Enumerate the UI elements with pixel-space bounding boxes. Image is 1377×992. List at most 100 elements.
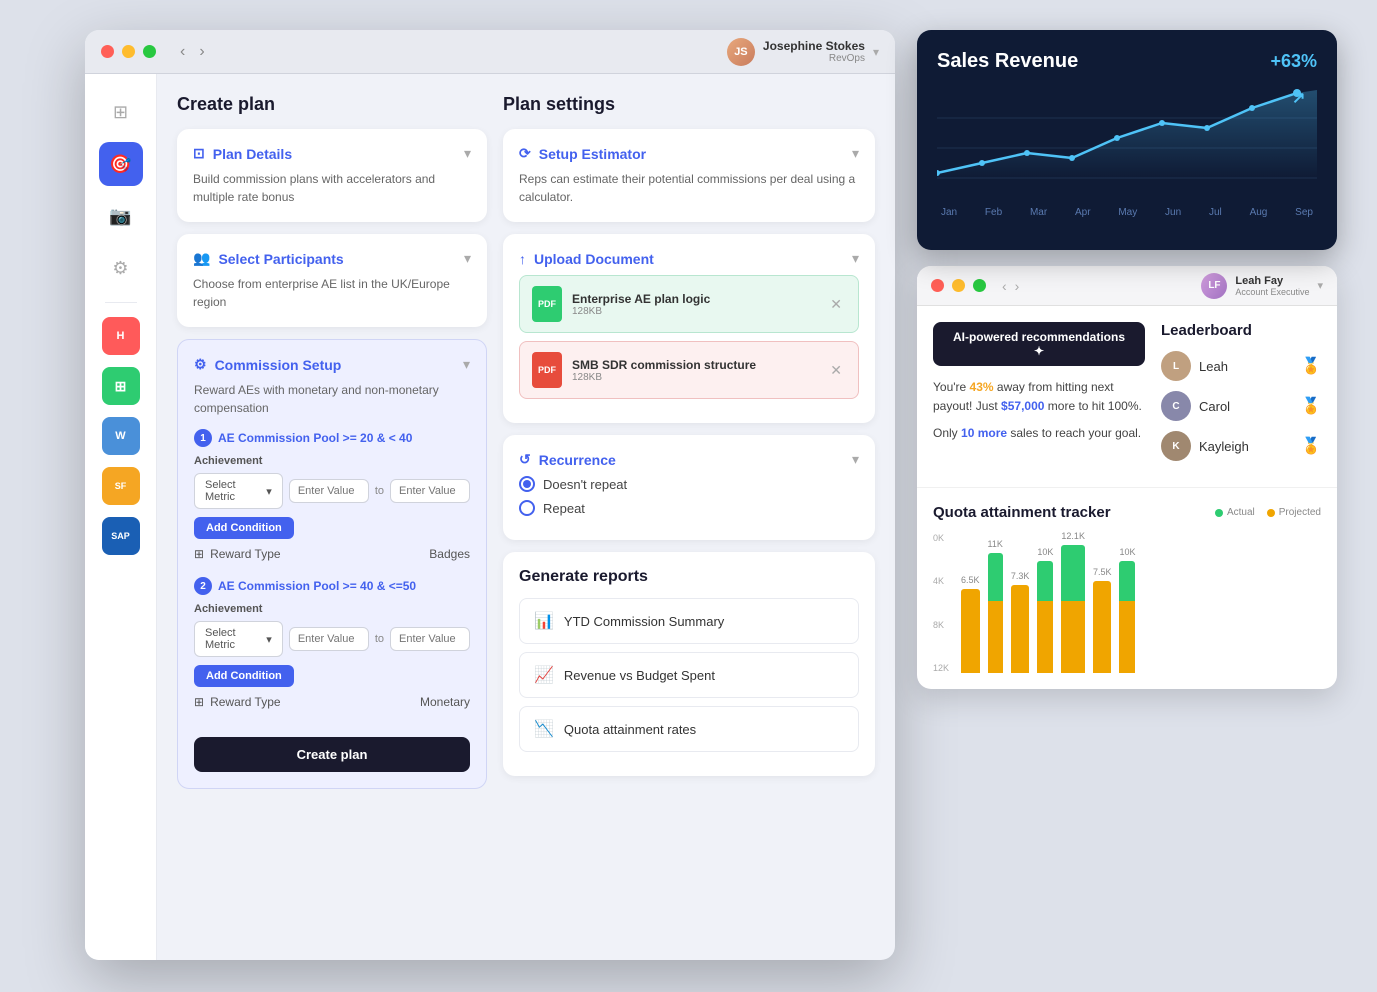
user-role: RevOps xyxy=(829,53,865,64)
add-condition-btn-2[interactable]: Add Condition xyxy=(194,665,294,687)
maximize-button[interactable] xyxy=(143,45,156,58)
ai-text-1: You're 43% away from hitting next payout… xyxy=(933,378,1145,416)
tier-1-label: 1 AE Commission Pool >= 20 & < 40 xyxy=(194,429,470,447)
y-label-4k: 4K xyxy=(933,576,949,586)
metric-select-chevron: ▾ xyxy=(266,485,272,498)
commission-tier-2: 2 AE Commission Pool >= 40 & <=50 Achiev… xyxy=(194,577,470,709)
lb-avatar-3: K xyxy=(1161,431,1191,461)
bar-7-value: 10K xyxy=(1119,547,1135,557)
report-revenue[interactable]: 📈 Revenue vs Budget Spent xyxy=(519,652,859,698)
legend-dot-actual xyxy=(1215,509,1223,517)
metric-select-2[interactable]: Select Metric ▾ xyxy=(194,621,283,657)
leaderboard-title: Leaderboard xyxy=(1161,322,1321,339)
plan-details-chevron[interactable]: ▾ xyxy=(464,145,471,162)
commission-title: ⚙ Commission Setup xyxy=(194,356,341,373)
metric-to-1: to xyxy=(375,485,384,497)
file-close-2[interactable]: ✕ xyxy=(826,360,846,381)
quota-icon: 📉 xyxy=(534,719,554,739)
participants-icon: 👥 xyxy=(193,250,210,267)
report-quota[interactable]: 📉 Quota attainment rates xyxy=(519,706,859,752)
rw-avatar: LF xyxy=(1201,273,1227,299)
bar-1: 6.5K xyxy=(961,575,980,673)
upload-chevron[interactable]: ▾ xyxy=(852,250,859,267)
create-plan-button[interactable]: Create plan xyxy=(194,737,470,772)
radio-repeat[interactable] xyxy=(519,500,535,516)
metric-select-1[interactable]: Select Metric ▾ xyxy=(194,473,283,509)
legend-actual: Actual xyxy=(1215,507,1255,518)
bar-6-actual xyxy=(1093,581,1112,673)
titlebar-right: JS Josephine Stokes RevOps ▾ xyxy=(727,38,879,66)
y-label-12k: 12K xyxy=(933,663,949,673)
upload-icon: ↑ xyxy=(519,251,526,267)
plan-details-card: ⊡ Plan Details ▾ Build commission plans … xyxy=(177,129,487,222)
sidebar-sheets[interactable]: ⊞ xyxy=(102,367,140,405)
sidebar-sap[interactable]: SAP xyxy=(102,517,140,555)
metric-input-1-min[interactable] xyxy=(289,479,369,503)
close-button[interactable] xyxy=(101,45,114,58)
plan-details-desc: Build commission plans with accelerators… xyxy=(193,170,471,206)
lb-badge-3: 🏅 xyxy=(1301,436,1321,456)
metric-input-1-max[interactable] xyxy=(390,479,470,503)
sales-card-header: Sales Revenue +63% xyxy=(937,50,1317,73)
file-info-1: Enterprise AE plan logic 128KB xyxy=(572,292,816,317)
recurrence-doesnt-repeat[interactable]: Doesn't repeat xyxy=(519,476,859,492)
main-window: ‹ › JS Josephine Stokes RevOps ▾ ⊞ 🎯 📷 ⚙ xyxy=(85,30,895,960)
legend-dot-projected xyxy=(1267,509,1275,517)
user-menu-chevron[interactable]: ▾ xyxy=(873,45,879,59)
report-ytd[interactable]: 📊 YTD Commission Summary xyxy=(519,598,859,644)
recurrence-chevron[interactable]: ▾ xyxy=(852,451,859,468)
back-arrow[interactable]: ‹ xyxy=(176,41,189,63)
minimize-button[interactable] xyxy=(122,45,135,58)
y-label-0k: 0K xyxy=(933,533,949,543)
right-window: ‹ › LF Leah Fay Account Executive ▾ AI-p… xyxy=(917,266,1337,689)
sales-title: Sales Revenue xyxy=(937,50,1078,73)
rw-back[interactable]: ‹ xyxy=(1002,278,1007,294)
rw-minimize[interactable] xyxy=(952,279,965,292)
commission-chevron[interactable]: ▾ xyxy=(463,356,470,373)
bar-1-value: 6.5K xyxy=(961,575,980,585)
radio-doesnt-repeat[interactable] xyxy=(519,476,535,492)
estimator-chevron[interactable]: ▾ xyxy=(852,145,859,162)
bar-5-green xyxy=(1061,545,1085,601)
ai-button[interactable]: AI-powered recommendations ✦ xyxy=(933,322,1145,366)
recurrence-header: ↺ Recurrence ▾ xyxy=(519,451,859,468)
metric-input-2-max[interactable] xyxy=(390,627,470,651)
rw-forward[interactable]: › xyxy=(1015,278,1020,294)
forward-arrow[interactable]: › xyxy=(195,41,208,63)
titlebar: ‹ › JS Josephine Stokes RevOps ▾ xyxy=(85,30,895,74)
rw-close[interactable] xyxy=(931,279,944,292)
metric-select-2-chevron: ▾ xyxy=(266,633,272,646)
sidebar-icon-grid[interactable]: ⊞ xyxy=(99,90,143,134)
sidebar-icon-settings[interactable]: ⚙ xyxy=(99,246,143,290)
sidebar-hubspot[interactable]: H xyxy=(102,317,140,355)
sidebar-salesforce[interactable]: SF xyxy=(102,467,140,505)
sidebar-word[interactable]: W xyxy=(102,417,140,455)
rw-user-role: Account Executive xyxy=(1235,287,1309,297)
metric-input-2-min[interactable] xyxy=(289,627,369,651)
bar-6-value: 7.5K xyxy=(1093,567,1112,577)
bar-2-stack xyxy=(988,553,1003,673)
create-plan-title: Create plan xyxy=(177,94,487,115)
bar-5-orange xyxy=(1061,601,1085,673)
lb-badge-1: 🏅 xyxy=(1301,356,1321,376)
rw-maximize[interactable] xyxy=(973,279,986,292)
chart-label-mar: Mar xyxy=(1030,207,1047,218)
main-content: Create plan ⊡ Plan Details ▾ Build commi… xyxy=(157,74,895,960)
ytd-icon: 📊 xyxy=(534,611,554,631)
participants-chevron[interactable]: ▾ xyxy=(464,250,471,267)
add-condition-btn-1[interactable]: Add Condition xyxy=(194,517,294,539)
sidebar-icon-target[interactable]: 🎯 xyxy=(99,142,143,186)
commission-desc: Reward AEs with monetary and non-monetar… xyxy=(194,381,470,417)
lb-name-2: Carol xyxy=(1199,399,1293,414)
rw-chevron[interactable]: ▾ xyxy=(1317,279,1323,292)
avatar: JS xyxy=(727,38,755,66)
sidebar-icon-camera[interactable]: 📷 xyxy=(99,194,143,238)
recurrence-repeat[interactable]: Repeat xyxy=(519,500,859,516)
file-icon-1: PDF xyxy=(532,286,562,322)
chart-label-aug: Aug xyxy=(1250,207,1268,218)
file-close-1[interactable]: ✕ xyxy=(826,294,846,315)
ai-section: AI-powered recommendations ✦ You're 43% … xyxy=(933,322,1145,471)
svg-text:↗: ↗ xyxy=(1292,90,1305,107)
y-label-8k: 8K xyxy=(933,620,949,630)
file-info-2: SMB SDR commission structure 128KB xyxy=(572,358,816,383)
